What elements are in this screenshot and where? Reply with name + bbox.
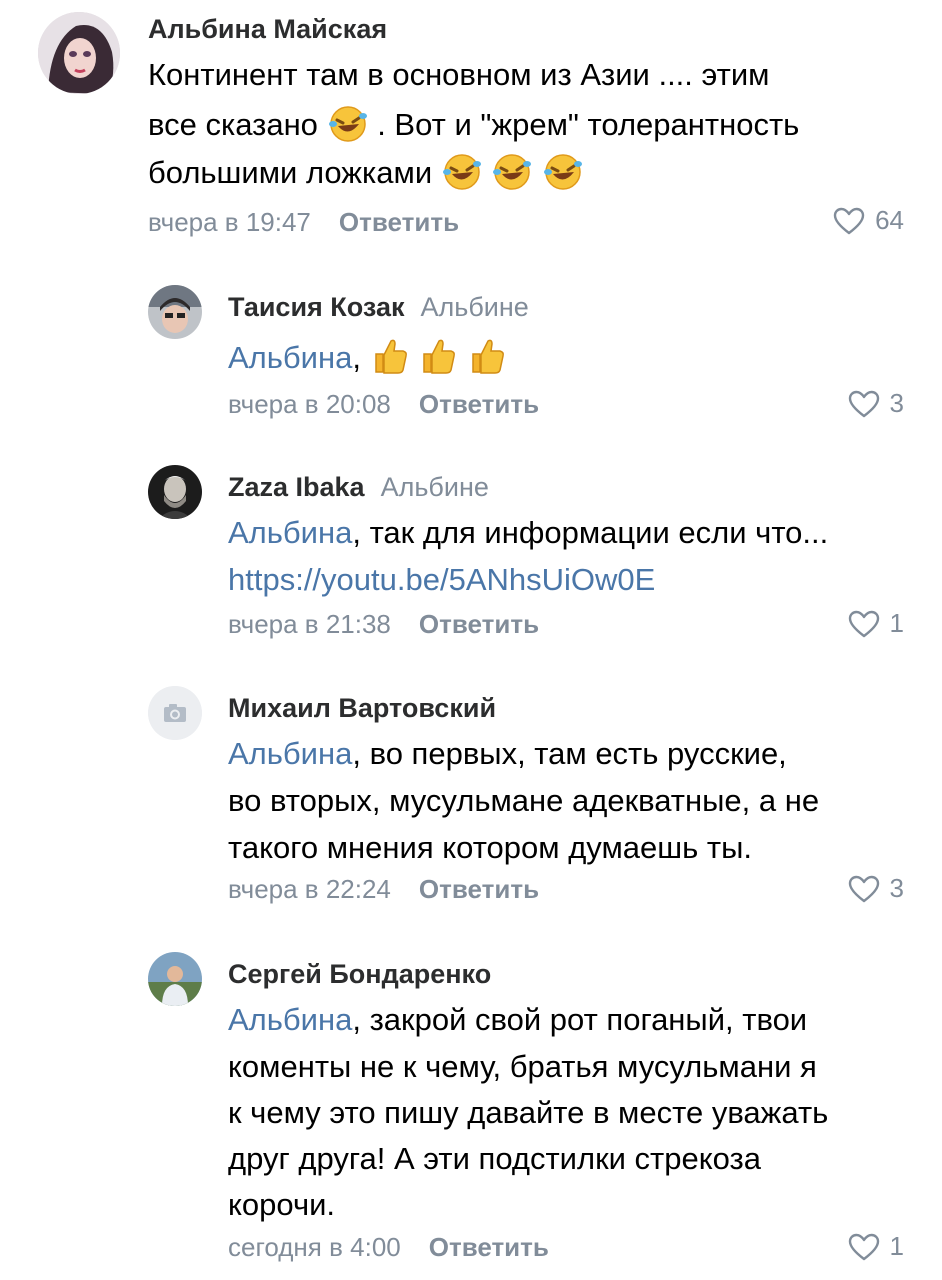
reply-button[interactable]: Ответить (419, 609, 539, 639)
comment-meta: вчера в 21:38 Ответить (228, 609, 539, 640)
mention-link[interactable]: Альбина (228, 340, 352, 375)
comment-line: во вторых, мусульмане адекватные, а не (228, 783, 820, 818)
comment-meta: сегодня в 4:00 Ответить (228, 1232, 549, 1263)
thumbs-up-emoji-icon (370, 336, 410, 384)
avatar[interactable] (148, 686, 202, 740)
comment-meta: вчера в 20:08 Ответить (228, 389, 539, 420)
author-name[interactable]: Михаил Вартовский (228, 693, 496, 724)
comment-line: все сказано . Вот и "жрем" толерантность (148, 104, 799, 150)
like-button[interactable]: 64 (833, 205, 904, 236)
author-name[interactable]: Альбина Майская (148, 14, 387, 45)
reply-button[interactable]: Ответить (339, 207, 459, 237)
like-count: 3 (889, 873, 904, 903)
timestamp: сегодня в 4:00 (228, 1232, 401, 1262)
comment-text: , (352, 340, 361, 376)
comment-text: , закрой свой рот поганый, твои (352, 1002, 808, 1037)
comment-line: Альбина, (228, 336, 507, 384)
timestamp: вчера в 19:47 (148, 207, 311, 237)
reply-button[interactable]: Ответить (419, 389, 539, 419)
laugh-emoji-icon (327, 104, 369, 150)
mention-link[interactable]: Альбина (228, 1002, 352, 1037)
like-button[interactable]: 1 (848, 608, 904, 639)
avatar[interactable] (148, 285, 202, 339)
comment-line: большими ложками (148, 152, 584, 198)
comment-line: Альбина, закрой свой рот поганый, твои (228, 1002, 807, 1038)
comment-line: к чему это пишу давайте в месте уважать (228, 1095, 829, 1130)
comment-line: Альбина, так для информации если что... (228, 515, 828, 551)
comment-line: Континент там в основном из Азии .... эт… (148, 57, 770, 92)
timestamp: вчера в 22:24 (228, 874, 391, 904)
author-name-text: Таисия Козак (228, 292, 405, 322)
comment-line: такого мнения котором думаешь ты. (228, 830, 752, 865)
comment-meta: вчера в 22:24 Ответить (228, 874, 539, 905)
laugh-emoji-icon (491, 152, 533, 198)
like-count: 64 (875, 205, 904, 235)
timestamp: вчера в 20:08 (228, 389, 391, 419)
thumbs-up-emoji-icon (418, 336, 458, 384)
mention-link[interactable]: Альбина (228, 515, 352, 550)
laugh-emoji-icon (542, 152, 584, 198)
like-count: 3 (889, 388, 904, 418)
comment-meta: вчера в 19:47 Ответить (148, 207, 459, 238)
reply-to-label[interactable]: Альбине (421, 292, 529, 322)
like-button[interactable]: 3 (848, 388, 904, 419)
timestamp: вчера в 21:38 (228, 609, 391, 639)
like-button[interactable]: 3 (848, 873, 904, 904)
laugh-emoji-icon (441, 152, 483, 198)
heart-icon (833, 207, 865, 234)
comments-thread: Альбина Майская Континент там в основном… (0, 0, 942, 1280)
author-name-text: Zaza Ibaka (228, 472, 365, 502)
author-name[interactable]: Zaza Ibaka Альбине (228, 472, 489, 503)
heart-icon (848, 610, 879, 637)
comment-text: , во первых, там есть русские, (352, 736, 787, 771)
heart-icon (848, 390, 879, 417)
avatar[interactable] (148, 952, 202, 1006)
comment-text: . Вот и "жрем" толерантность (377, 107, 800, 143)
avatar[interactable] (38, 12, 120, 94)
author-name[interactable]: Сергей Бондаренко (228, 959, 491, 990)
comment-text: , так для информации если что... (352, 515, 829, 550)
reply-button[interactable]: Ответить (429, 1232, 549, 1262)
reply-to-label[interactable]: Альбине (381, 472, 489, 502)
mention-link[interactable]: Альбина (228, 736, 352, 771)
thumbs-up-emoji-icon (467, 336, 507, 384)
reply-button[interactable]: Ответить (419, 874, 539, 904)
like-count: 1 (889, 1231, 904, 1261)
camera-icon (148, 686, 202, 740)
comment-text: все сказано (148, 107, 318, 143)
comment-line: корочи. (228, 1187, 336, 1222)
comment-line: Альбина, во первых, там есть русские, (228, 736, 787, 772)
avatar[interactable] (148, 465, 202, 519)
like-button[interactable]: 1 (848, 1231, 904, 1262)
like-count: 1 (889, 608, 904, 638)
url-link[interactable]: https://youtu.be/5ANhsUiOw0E (228, 562, 655, 598)
comment-text: большими ложками (148, 155, 433, 191)
heart-icon (848, 875, 879, 902)
comment-line: друг друга! А эти подстилки стрекоза (228, 1141, 761, 1176)
comment-line: коменты не к чему, братья мусульмани я (228, 1049, 817, 1084)
heart-icon (848, 1233, 879, 1260)
author-name[interactable]: Таисия Козак Альбине (228, 292, 529, 323)
